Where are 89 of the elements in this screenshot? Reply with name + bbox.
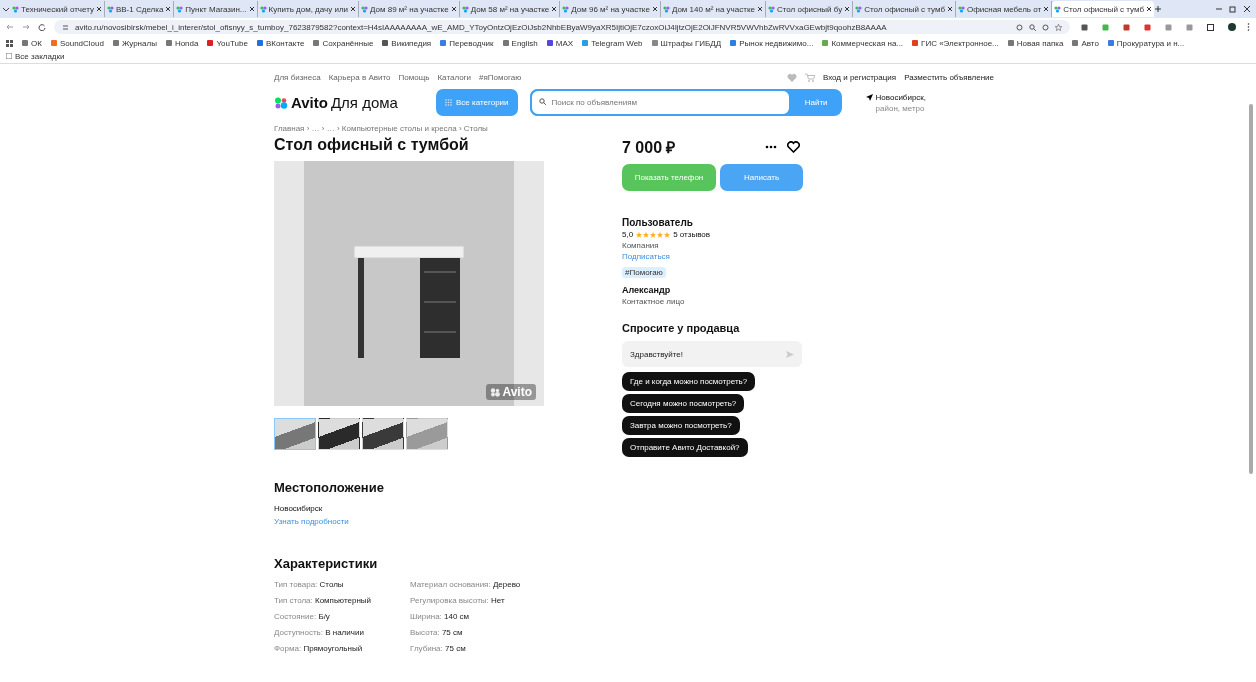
nav-link[interactable]: Карьера в Авито [328, 72, 391, 82]
spec-row-text: Доступность: В наличии [274, 628, 365, 637]
nav-link[interactable]: #яПомогаю [479, 72, 522, 82]
message-field[interactable]: Здравствуйте! [622, 341, 802, 367]
browser-tab[interactable]: Дом 58 м² на участке [459, 1, 561, 17]
watermark-logo: Avito [502, 385, 532, 399]
tab-title: Стол офисный с тумб [864, 4, 945, 14]
subscribe-link[interactable]: Подписаться [622, 252, 812, 261]
bookmark[interactable]: Авто [1072, 37, 1099, 49]
bookmark[interactable]: Журналы [112, 37, 157, 49]
bookmark[interactable]: ОК [22, 37, 42, 49]
spec-row-text: Состояние: Б/у [274, 612, 331, 621]
quick-question-button[interactable]: Где и когда можно посмотреть? [622, 372, 756, 391]
bookmark[interactable]: Рынок недвижимо... [730, 37, 814, 49]
tab-title: ВВ-1 Сделка [115, 4, 164, 14]
address-field[interactable]: avito.ru/novosibirsk/mebel_i_interer/stol_ofisnyy_s_tumboy_7623879582?context=H4sIAAAAAAAA_wE_AMD_YToyOntzOjEzOiJsb2NhbEByaW9yaXR5IjtiOjE7czoxOiJ4IjtzOjE2OiJFNVR5VWVhbZwRVVxaGEwbjt9qoohzB8AAAA [54, 20, 1070, 34]
url-text: avito.ru/novosibirsk/mebel_i_interer/stol_ofisnyy_s_tumboy_7623879582?context=H4sIAAAAAAAA_wE_AMD_YToyOntzOjEzOiJsb2NhbEByaW9yaXR5IjtiOjE7czoxOiJ4IjtzOjE2OiJFNVR5VWVhbZwRVVxaGEwbjt9qoohzB8AAAA [75, 22, 887, 32]
search-field[interactable]: Поиск по объявлениям [529, 89, 791, 116]
nav-link[interactable]: Каталоги [437, 72, 471, 82]
seller-type: Компания [622, 241, 660, 250]
tab-title: Дом 140 м² на участке [671, 4, 755, 14]
reviews-link[interactable]: 5 отзывов [673, 230, 710, 239]
spec-row-text: Тип товара: Столы [274, 580, 345, 589]
details-link[interactable]: Узнать подробности [274, 517, 546, 526]
browser-tab[interactable]: Стол офисный с тумб [853, 1, 956, 17]
bookmark[interactable]: Honda [165, 37, 199, 49]
spec-row-text: Ширина: 140 см [410, 612, 471, 621]
browser-tab[interactable]: Купить дом, дачу или [257, 1, 360, 17]
section-heading: Характеристики [274, 556, 379, 571]
bookmark[interactable]: Штрафы ГИБДД [651, 37, 722, 49]
spec-row-text: Материал основания: Дерево [410, 580, 522, 589]
seller-name[interactable]: Пользователь [622, 217, 812, 228]
location-link[interactable]: Новосибирск, [875, 91, 927, 103]
tab-title: Стол офисный бу [776, 4, 843, 14]
location-hint: район, метро [874, 102, 926, 114]
section-heading: Местоположение [274, 480, 385, 495]
tab-title: Пункт Магазин... [185, 4, 247, 14]
tab-title: Дом 96 м² на участке [571, 4, 650, 14]
breadcrumbs[interactable]: Главная › … › … › Компьютерные столы и кресла › Столы [274, 124, 834, 133]
quick-question-button[interactable]: Отправите Авито Доставкой? [622, 438, 748, 457]
spec-row-text: Регулировка высоты: Нет [410, 596, 506, 605]
quick-question-button[interactable]: Сегодня можно посмотреть? [622, 394, 745, 413]
tab-title: Стол офисный с тумб [1063, 4, 1144, 14]
contact-role: Контактное лицо [622, 297, 686, 306]
post-ad-link[interactable]: Разместить объявление [904, 72, 994, 82]
section-heading: Спросите у продавца [622, 322, 741, 334]
bookmark[interactable]: SoundCloud [50, 37, 104, 49]
logo-subtitle: Для дома [330, 94, 398, 111]
spec-row-text: Тип стола: Компьютерный [274, 596, 372, 605]
browser-tab[interactable]: Дом 89 м² на участке [359, 1, 460, 17]
bookmark[interactable]: Telegram Web [582, 37, 643, 49]
browser-tab[interactable]: Дом 140 м² на участке [660, 1, 766, 17]
browser-tab[interactable]: ВВ-1 Сделка [104, 1, 175, 17]
listing-title: Стол офисный с тумбой [274, 136, 470, 154]
spec-row-text: Форма: Прямоугольный [274, 644, 364, 653]
bookmark[interactable]: Все закладки [6, 50, 65, 62]
contact-name: Александр [622, 285, 672, 295]
nav-link[interactable]: Для бизнеса [274, 72, 321, 82]
browser-tab[interactable]: Технический отчету [10, 1, 105, 17]
bookmark[interactable]: Переводчик [440, 37, 494, 49]
bookmark[interactable]: Википедия [382, 37, 432, 49]
bookmark[interactable]: Коммерческая на... [822, 37, 904, 49]
tab-title: Дом 89 м² на участке [370, 4, 449, 14]
bookmark[interactable]: Новая папка [1007, 37, 1064, 49]
login-link[interactable]: Вход и регистрация [822, 72, 897, 82]
bookmark[interactable]: Сохранённые [313, 37, 374, 49]
seller-tag: #Помогаю [622, 267, 666, 278]
tab-title: Купить дом, дачу или [268, 4, 349, 14]
browser-tab[interactable]: Пункт Магазин... [174, 1, 258, 17]
logo-text[interactable]: Avito [291, 94, 328, 111]
location-city: Новосибирск [274, 504, 324, 513]
rating-value: 5,0 [622, 230, 634, 239]
price: 7 000 ₽ [622, 138, 676, 158]
spec-row-text: Высота: 75 см [410, 628, 464, 637]
bookmark[interactable]: ГИС «Электронное... [912, 37, 999, 49]
bookmark[interactable]: Прокуратура и н... [1107, 37, 1185, 49]
spec-row-text: Глубина: 75 см [410, 644, 467, 653]
tab-title: Офисная мебель от [966, 4, 1042, 14]
bookmark[interactable]: English [502, 37, 538, 49]
tab-title: Технический отчету [21, 4, 94, 14]
bookmark[interactable]: YouTube [207, 37, 248, 49]
nav-link[interactable]: Помощь [398, 72, 430, 82]
browser-tab[interactable]: Стол офисный бу [765, 1, 854, 17]
tab-title: Дом 58 м² на участке [470, 4, 550, 14]
browser-tab[interactable]: Дом 96 м² на участке [560, 1, 661, 17]
bookmark[interactable]: ВКонтакте [256, 37, 305, 49]
browser-tab[interactable]: Стол офисный с тумб [1052, 1, 1154, 17]
quick-question-button[interactable]: Завтра можно посмотреть? [622, 416, 740, 435]
bookmark[interactable]: MAX [546, 37, 574, 49]
